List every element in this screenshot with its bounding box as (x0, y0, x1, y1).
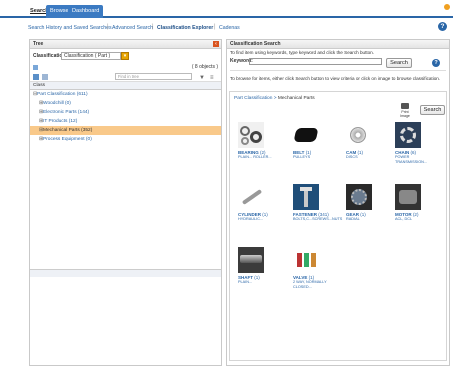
tab-dashboard[interactable]: Dashboard (68, 5, 104, 18)
tree-item-part-classification[interactable]: ⊟Part Classification (611) (30, 90, 221, 99)
tree-item-label: Process Equipment (0) (43, 137, 92, 142)
object-count-row: ( 8 objects ) (30, 63, 221, 72)
classification-explorer-link[interactable]: Classification Explorer (157, 25, 213, 31)
tree-item-mechanical-parts[interactable]: ⊞Mechanical Parts (352) (30, 126, 221, 135)
card-count: (1) (360, 212, 366, 217)
classification-row: Classification: Classification ( Part ) … (30, 49, 221, 63)
advanced-search-link[interactable]: Advanced Search (112, 25, 153, 31)
tree-item-process-equipment[interactable]: ⊞Process Equipment (0) (30, 135, 221, 144)
breadcrumb-separator: > (273, 96, 277, 101)
help-icon[interactable]: ? (438, 22, 447, 31)
chain-image[interactable] (395, 122, 421, 148)
card-count: (2) (412, 212, 419, 217)
breadcrumb: Part Classification > Mechanical Parts (234, 96, 315, 101)
browse-search-button[interactable]: Search (420, 105, 445, 115)
collapse-tree-icon[interactable] (42, 74, 48, 80)
category-card-valve[interactable]: VALVE (1) 2 WAY, NORMALLY CLOSED... (293, 247, 339, 289)
notification-icon[interactable] (444, 4, 450, 10)
divider (230, 70, 446, 71)
classification-select[interactable]: Classification ( Part ) (61, 52, 121, 60)
card-count: (6) (410, 150, 417, 155)
print-image-button[interactable]: Print Image (397, 103, 413, 118)
tree-item-label: Part Classification (611) (37, 92, 88, 97)
keyword-input[interactable] (249, 58, 382, 65)
category-card-belt[interactable]: BELT (1) PULLEYS (293, 122, 339, 160)
card-subtitle[interactable]: PLAIN... (238, 280, 284, 285)
class-column-header: Class (30, 82, 221, 90)
tree-toolbar: Find in tree ▼ ≡ (30, 72, 221, 82)
tree-list: ⊟Part Classification (611) ⊞Woodchill (0… (30, 90, 221, 144)
category-card-motor[interactable]: MOTOR (2) ACL, DCL (395, 184, 441, 222)
cadenas-link[interactable]: Cadenas (219, 25, 240, 31)
browse-instruction: To browse for items, either click Search… (230, 76, 441, 81)
find-in-tree-input[interactable]: Find in tree (115, 73, 192, 80)
keyword-instruction: To find item using keywords, type keywor… (230, 50, 375, 55)
card-subtitle[interactable]: 2 WAY, NORMALLY CLOSED... (293, 280, 339, 289)
search-history-link[interactable]: Search History and Saved Searches (28, 25, 112, 31)
card-subtitle[interactable]: DISCS (346, 155, 392, 160)
card-subtitle[interactable]: BOLTS,C...SCREWS...NUTS (293, 217, 342, 222)
category-card-shaft[interactable]: SHAFT (1) PLAIN... (238, 247, 284, 285)
filter-icon[interactable]: ▼ (199, 73, 205, 83)
belt-image[interactable] (293, 122, 319, 148)
collapse-left-icon[interactable]: ‹ (213, 41, 219, 47)
cam-image[interactable] (346, 122, 372, 148)
tree-panel-title: Tree (33, 41, 44, 47)
fastener-image[interactable] (293, 184, 319, 210)
shaft-image[interactable] (238, 247, 264, 273)
tree-item-woodchill[interactable]: ⊞Woodchill (0) (30, 99, 221, 108)
search-panel-header: Classification Search (227, 40, 449, 49)
category-card-gear[interactable]: GEAR (1) RADIAL (346, 184, 392, 222)
clear-filter-icon[interactable]: ≡ (210, 73, 214, 83)
tree-item-electronic-parts[interactable]: ⊞Electronic Parts (144) (30, 108, 221, 117)
category-card-chain[interactable]: CHAIN (6) POWER TRANSMISSION... (395, 122, 441, 164)
card-subtitle[interactable]: ACL, DCL (395, 217, 441, 222)
tree-item-label: Mechanical Parts (352) (43, 128, 93, 133)
tree-item-label: IT Products (12) (43, 119, 78, 124)
breadcrumb-current: Mechanical Parts (277, 96, 315, 101)
card-subtitle[interactable]: RADIAL (346, 217, 392, 222)
tree-item-label: Woodchill (0) (43, 101, 71, 106)
category-card-bearing[interactable]: BEARING (2) PLAIN... ROLLER... (238, 122, 284, 160)
subnav-separator: | (107, 24, 109, 30)
tree-panel: Tree ‹ Classification: Classification ( … (29, 39, 222, 366)
category-card-fastener[interactable]: FASTENER (341) BOLTS,C...SCREWS...NUTS (293, 184, 342, 222)
tree-footer (30, 269, 221, 277)
subnav-separator: | (152, 24, 154, 30)
object-count: ( 8 objects ) (191, 64, 218, 70)
card-count: (1) (254, 275, 260, 280)
category-card-cam[interactable]: CAM (1) DISCS (346, 122, 392, 160)
expand-tree-icon[interactable] (33, 74, 39, 80)
keyword-search-button[interactable]: Search (386, 58, 412, 68)
valve-image[interactable] (293, 247, 319, 273)
bearing-image[interactable] (238, 122, 264, 148)
top-tab-bar: Search Browse Dashboard (0, 0, 453, 18)
keyword-help-icon[interactable]: ? (432, 59, 440, 67)
printer-icon (401, 103, 409, 109)
classification-search-panel: Classification Search To find item using… (226, 39, 450, 366)
print-image-label: Print Image (400, 110, 410, 118)
tree-item-it-products[interactable]: ⊞IT Products (12) (30, 117, 221, 126)
chevron-down-icon[interactable]: ▾ (121, 52, 129, 60)
list-icon[interactable] (33, 65, 38, 70)
search-subnav: Search History and Saved Searches | Adva… (0, 20, 453, 36)
motor-image[interactable] (395, 184, 421, 210)
card-count: (1) (357, 150, 364, 155)
breadcrumb-root[interactable]: Part Classification (234, 96, 272, 101)
card-subtitle[interactable]: PULLEYS (293, 155, 339, 160)
subnav-separator: | (214, 24, 216, 30)
card-subtitle[interactable]: POWER TRANSMISSION... (395, 155, 441, 164)
browse-area: Part Classification > Mechanical Parts P… (229, 91, 447, 361)
gear-image[interactable] (346, 184, 372, 210)
tree-item-label: Electronic Parts (144) (43, 110, 90, 115)
category-card-cylinder[interactable]: CYLINDER (1) HYDRAULIC... (238, 184, 284, 222)
keyword-row: Keyword: Search ? (227, 56, 449, 68)
card-subtitle[interactable]: HYDRAULIC... (238, 217, 284, 222)
card-subtitle[interactable]: PLAIN... ROLLER... (238, 155, 284, 160)
cylinder-image[interactable] (238, 184, 264, 210)
tree-panel-header: Tree ‹ (30, 40, 221, 49)
